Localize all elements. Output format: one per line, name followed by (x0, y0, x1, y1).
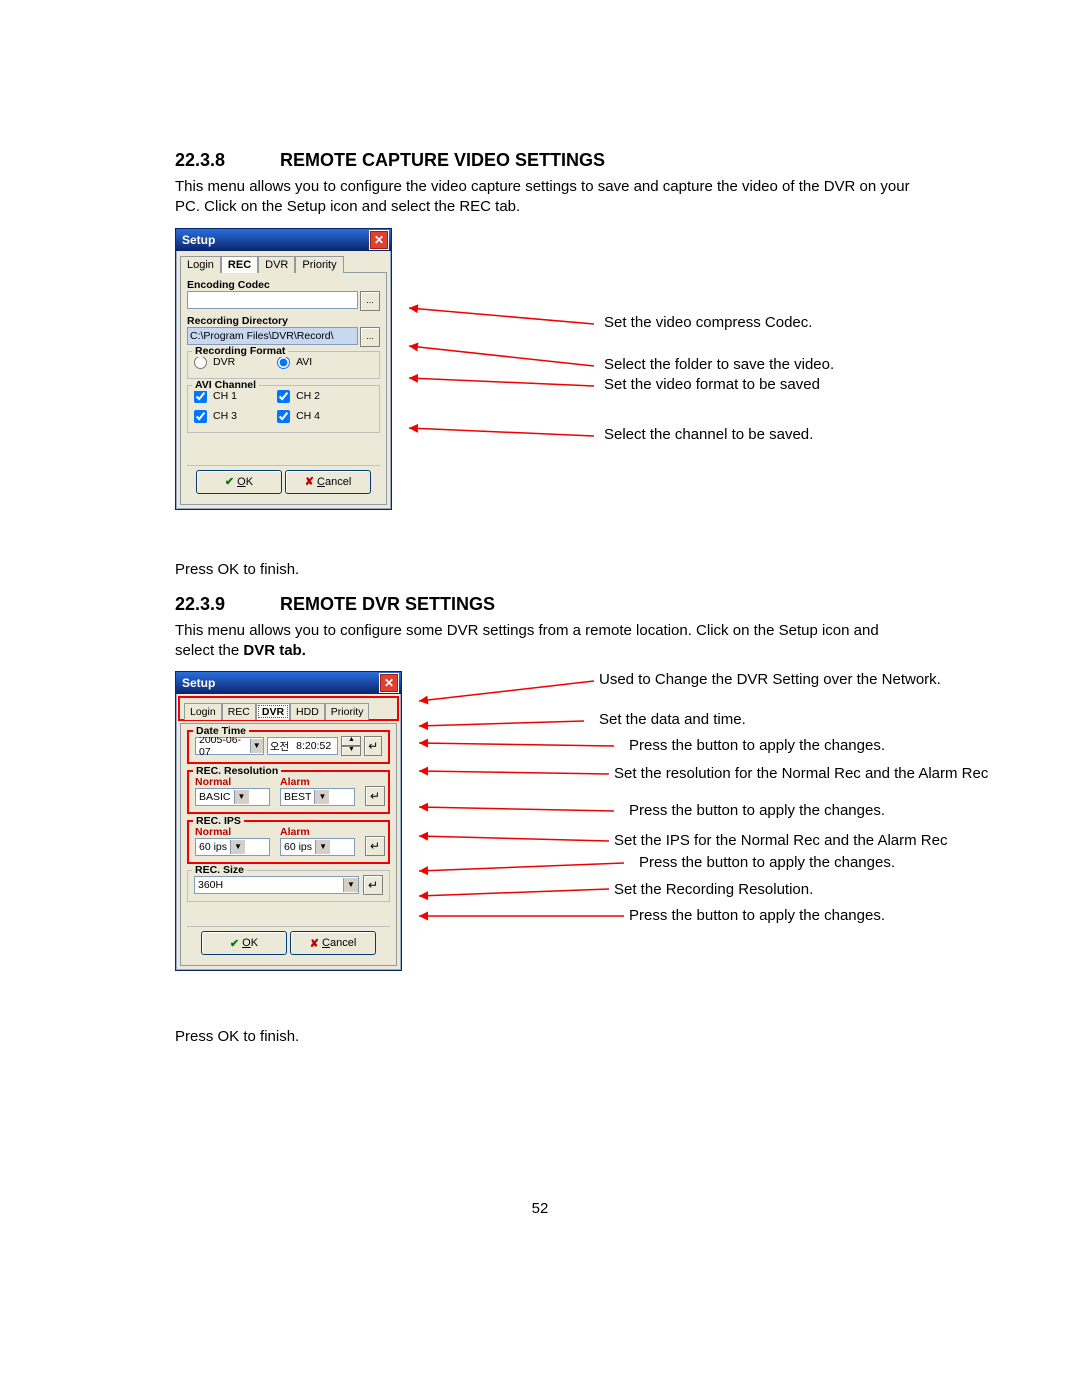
date-time-label: Date Time (193, 725, 249, 737)
callout: Set the data and time. (599, 711, 746, 728)
section2-para: This menu allows you to configure some D… (175, 621, 920, 662)
callout: Press the button to apply the changes. (629, 802, 885, 819)
spin-down[interactable]: ▼ (341, 746, 361, 756)
rec-ips-label: REC. IPS (193, 815, 244, 827)
recording-directory-input[interactable]: C:\Program Files\DVR\Record\ (187, 327, 358, 345)
time-input[interactable]: 오전 8:20:52 (267, 737, 339, 755)
tabs: Login REC DVR HDD Priority (178, 696, 399, 721)
titlebar: Setup ✕ (176, 672, 401, 694)
recording-format-group: Recording Format DVR AVI (187, 351, 380, 379)
ch1-check[interactable]: CH 1 (194, 390, 274, 403)
check-icon: ✔ (225, 475, 234, 488)
callout: Press the button to apply the changes. (629, 907, 885, 924)
date-input[interactable]: 2005-06-07▼ (195, 737, 264, 755)
tab-login[interactable]: Login (184, 703, 222, 720)
callout: Press the button to apply the changes. (629, 737, 885, 754)
apply-resolution-button[interactable]: ↵ (365, 786, 385, 806)
titlebar: Setup ✕ (176, 229, 391, 251)
alarm-label: Alarm (280, 776, 355, 788)
section-heading-1: 22.3.8 REMOTE CAPTURE VIDEO SETTINGS (175, 150, 920, 171)
page-number: 52 (0, 1200, 1080, 1217)
avi-channel-label: AVI Channel (192, 379, 259, 391)
rec-size-select[interactable]: 360H▼ (194, 876, 359, 894)
rec-size-label: REC. Size (192, 864, 247, 876)
rec-size-group: REC. Size 360H▼ ↵ (187, 870, 390, 902)
chevron-down-icon: ▼ (315, 840, 330, 854)
ips-normal-select[interactable]: 60 ips▼ (195, 838, 270, 856)
chevron-down-icon: ▼ (234, 790, 249, 804)
callout: Set the video format to be saved (604, 376, 820, 393)
ok-button[interactable]: ✔OK (201, 931, 287, 955)
setup-dialog-rec: Setup ✕ Login REC DVR Priority Encoding … (175, 228, 392, 510)
callout: Press the button to apply the changes. (639, 854, 895, 871)
tab-dvr[interactable]: DVR (258, 256, 295, 273)
format-dvr-radio[interactable]: DVR (194, 356, 274, 369)
callout: Set the video compress Codec. (604, 314, 812, 331)
press-ok-1: Press OK to finish. (175, 560, 920, 580)
rec-resolution-label: REC. Resolution (193, 765, 281, 777)
chevron-down-icon: ▼ (314, 790, 329, 804)
tab-priority[interactable]: Priority (325, 703, 370, 720)
ok-button[interactable]: ✔OK (196, 470, 282, 494)
alarm-label: Alarm (280, 826, 355, 838)
x-icon: ✘ (305, 475, 314, 488)
section-heading-2: 22.3.9 REMOTE DVR SETTINGS (175, 594, 920, 615)
callout: Set the resolution for the Normal Rec an… (614, 765, 988, 782)
section-title: REMOTE CAPTURE VIDEO SETTINGS (280, 150, 605, 170)
ch4-check[interactable]: CH 4 (277, 410, 357, 423)
date-time-group: Date Time 2005-06-07▼ 오전 8:20:52 ▲ ▼ ↵ (187, 730, 390, 764)
tab-rec[interactable]: REC (222, 703, 256, 720)
encoding-codec-label: Encoding Codec (187, 279, 380, 291)
ips-alarm-select[interactable]: 60 ips▼ (280, 838, 355, 856)
check-icon: ✔ (230, 937, 239, 950)
format-avi-radio[interactable]: AVI (277, 356, 357, 369)
res-normal-select[interactable]: BASIC▼ (195, 788, 270, 806)
callout: Set the Recording Resolution. (614, 881, 813, 898)
res-alarm-select[interactable]: BEST▼ (280, 788, 355, 806)
encoding-codec-input[interactable] (187, 291, 358, 309)
chevron-down-icon: ▼ (250, 739, 263, 753)
tab-login[interactable]: Login (180, 256, 221, 273)
recording-format-label: Recording Format (192, 345, 288, 357)
browse-directory-button[interactable]: ... (360, 327, 380, 347)
apply-datetime-button[interactable]: ↵ (364, 736, 382, 756)
tab-hdd[interactable]: HDD (290, 703, 325, 720)
close-icon[interactable]: ✕ (369, 230, 389, 250)
section1-para: This menu allows you to configure the vi… (175, 177, 920, 218)
ch2-check[interactable]: CH 2 (277, 390, 357, 403)
normal-label: Normal (195, 826, 270, 838)
x-icon: ✘ (310, 937, 319, 950)
avi-channel-group: AVI Channel CH 1 CH 2 CH 3 CH 4 (187, 385, 380, 433)
tab-rec[interactable]: REC (221, 256, 258, 273)
section-number: 22.3.9 (175, 594, 275, 615)
dialog-title: Setup (182, 676, 215, 690)
cancel-button[interactable]: ✘Cancel (285, 470, 371, 494)
chevron-down-icon: ▼ (230, 840, 245, 854)
section-number: 22.3.8 (175, 150, 275, 171)
browse-codec-button[interactable]: ... (360, 291, 380, 311)
press-ok-2: Press OK to finish. (175, 1027, 920, 1047)
dialog-title: Setup (182, 233, 215, 247)
recording-directory-label: Recording Directory (187, 315, 380, 327)
setup-dialog-dvr: Setup ✕ Login REC DVR HDD Priority Date … (175, 671, 402, 971)
cancel-button[interactable]: ✘Cancel (290, 931, 376, 955)
callout: Set the IPS for the Normal Rec and the A… (614, 832, 948, 849)
ch3-check[interactable]: CH 3 (194, 410, 274, 423)
callout: Used to Change the DVR Setting over the … (599, 671, 941, 688)
tab-priority[interactable]: Priority (295, 256, 343, 273)
section-title: REMOTE DVR SETTINGS (280, 594, 495, 614)
tab-dvr[interactable]: DVR (256, 703, 290, 720)
apply-ips-button[interactable]: ↵ (365, 836, 385, 856)
chevron-down-icon: ▼ (343, 878, 358, 892)
rec-ips-group: REC. IPS Normal 60 ips▼ Alarm 60 ips▼ ↵ (187, 820, 390, 864)
spin-up[interactable]: ▲ (341, 736, 361, 746)
normal-label: Normal (195, 776, 270, 788)
callout: Select the channel to be saved. (604, 426, 813, 443)
rec-resolution-group: REC. Resolution Normal BASIC▼ Alarm BEST… (187, 770, 390, 814)
callout: Select the folder to save the video. (604, 356, 834, 373)
close-icon[interactable]: ✕ (379, 673, 399, 693)
apply-size-button[interactable]: ↵ (363, 875, 383, 895)
tabs: Login REC DVR Priority (176, 251, 391, 272)
